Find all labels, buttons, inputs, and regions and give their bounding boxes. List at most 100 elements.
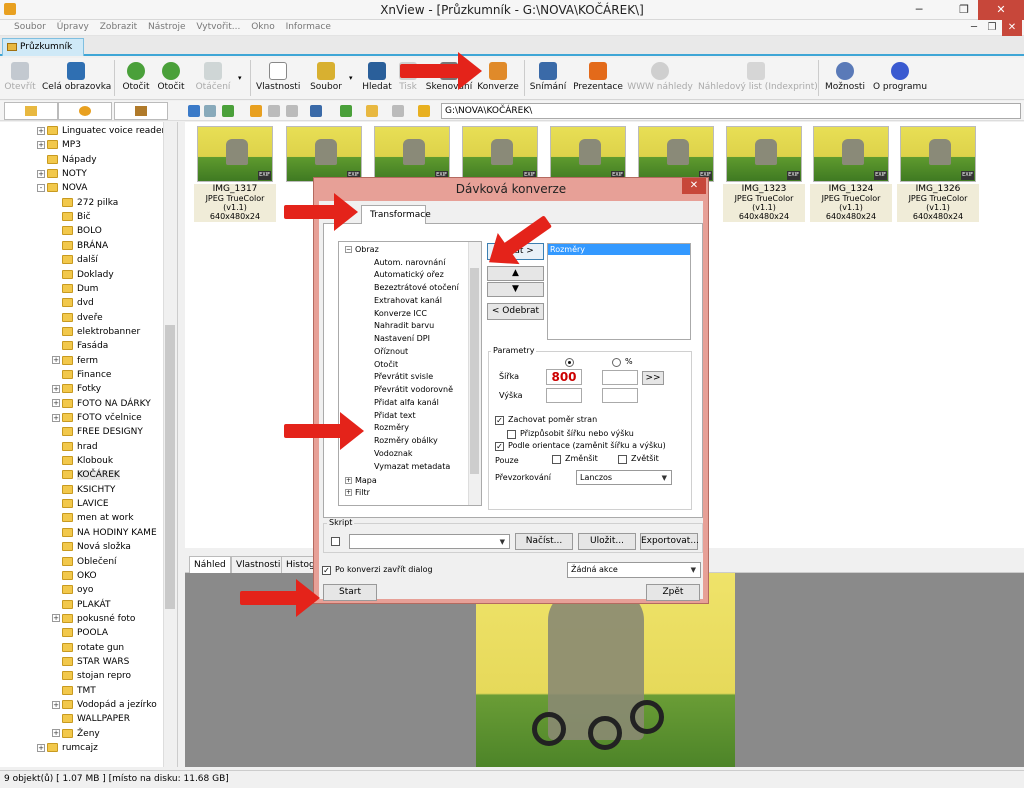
tree-item[interactable]: hrad (52, 440, 98, 454)
more-button[interactable]: >> (642, 371, 664, 385)
tree-item[interactable]: 272 pilka (52, 196, 118, 210)
find-button[interactable]: Hledat (359, 62, 395, 92)
tree-item[interactable]: + pokusné foto (52, 612, 135, 626)
export-button[interactable]: Exportovat... (640, 533, 699, 550)
new-folder-icon[interactable] (250, 105, 262, 117)
view-mode-icon[interactable] (310, 105, 322, 117)
mdi-minimize-icon[interactable]: ─ (966, 20, 982, 36)
operation-item[interactable]: Přidat alfa kanál (374, 397, 439, 408)
expand-icon[interactable]: + (52, 700, 60, 709)
post-action-select[interactable]: Žádná akce ▼ (567, 562, 701, 578)
tree-item[interactable]: BOLO (52, 224, 102, 238)
width-percent-input[interactable] (602, 370, 638, 385)
tree-item[interactable]: stojan repro (52, 669, 131, 683)
thumbnail-item[interactable]: EXIF (283, 126, 365, 182)
rotate-left-button[interactable]: Otočit (120, 62, 152, 92)
tree-item[interactable]: + Vodopád a jezírko (52, 698, 157, 712)
op-group-filter[interactable]: + Filtr (345, 487, 370, 498)
options-button[interactable]: Možnosti (824, 62, 866, 92)
remove-button[interactable]: < Odebrat (487, 303, 544, 320)
tree-item[interactable]: NA HODINY KAME (52, 526, 157, 540)
operation-item[interactable]: Automatický ořez (374, 269, 444, 280)
menu-create[interactable]: Vytvořit... (192, 20, 244, 34)
expand-icon[interactable]: + (52, 384, 60, 393)
height-percent-input[interactable] (602, 388, 638, 403)
tree-item[interactable]: BRÁNA (52, 239, 108, 253)
thumbnail-item[interactable]: EXIF IMG_1326 JPEG TrueColor (v1.1) 640x480… (897, 126, 979, 222)
tree-scrollbar-thumb[interactable] (165, 325, 175, 609)
rotation-button[interactable]: Otáčení (193, 62, 233, 92)
sort-icon[interactable] (340, 105, 352, 117)
move-down-button[interactable]: ▼ (487, 282, 544, 297)
save-button[interactable]: Uložit... (578, 533, 636, 550)
tree-item[interactable]: Klobouk (52, 454, 113, 468)
tree-item[interactable]: + MP3 (37, 138, 81, 152)
favorites-panel-button[interactable] (58, 102, 112, 120)
tab-explorer[interactable]: Průzkumník (2, 38, 84, 56)
expand-icon[interactable]: + (52, 614, 60, 623)
start-button[interactable]: Start (323, 584, 377, 601)
keep-ratio-checkbox[interactable]: ✓ (495, 416, 504, 425)
menu-edit[interactable]: Úpravy (53, 20, 93, 34)
thumbnail-item[interactable]: EXIF (635, 126, 717, 182)
convert-button[interactable]: Konverze (476, 62, 520, 92)
script-select[interactable]: ▼ (349, 534, 510, 549)
operation-item[interactable]: Nahradit barvu (374, 320, 434, 331)
operation-item[interactable]: Konverze ICC (374, 308, 427, 319)
path-input[interactable]: G:\NOVA\KOČÁREK\ (441, 103, 1021, 119)
expand-icon[interactable]: + (37, 743, 45, 752)
op-group-image[interactable]: − Obraz (345, 244, 379, 255)
thumbnail-item[interactable]: EXIF (371, 126, 453, 182)
thumbnail-item[interactable]: EXIF IMG_1317 JPEG TrueColor (v1.1) 640x480… (194, 126, 276, 222)
tab-transform[interactable]: Transformace (361, 205, 431, 224)
up-icon[interactable] (222, 105, 234, 117)
delete-icon[interactable] (286, 105, 298, 117)
app-icon[interactable] (4, 3, 16, 15)
collapse-icon[interactable]: - (37, 183, 45, 192)
tree-item[interactable]: men at work (52, 511, 134, 525)
file-button[interactable]: Soubor (307, 62, 345, 92)
operation-item[interactable]: Rozměry obálky (374, 435, 438, 446)
operation-item[interactable]: Přidat text (374, 410, 416, 421)
tree-item[interactable]: PLAKÁT (52, 598, 111, 612)
fullscreen-button[interactable]: Celá obrazovka (42, 62, 111, 92)
tree-item[interactable]: KSICHTY (52, 483, 115, 497)
maximize-icon[interactable]: ❐ (951, 0, 977, 20)
fit-checkbox[interactable] (507, 430, 516, 439)
rotate-right-button[interactable]: Otočit (155, 62, 187, 92)
operation-item[interactable]: Otočit (374, 359, 398, 370)
menu-window[interactable]: Okno (247, 20, 279, 34)
tree-item[interactable]: + rumcajz (37, 741, 98, 755)
expand-icon[interactable]: + (37, 126, 45, 135)
back-button[interactable]: Zpět (646, 584, 700, 601)
chevron-down-icon[interactable]: ▾ (238, 74, 242, 82)
tree-item[interactable]: WALLPAPER (52, 712, 130, 726)
selected-operation-item[interactable]: Rozměry (548, 244, 690, 255)
operation-item[interactable]: Bezeztrátové otočení (374, 282, 459, 293)
operation-item[interactable]: Vymazat metadata (374, 461, 450, 472)
orientation-checkbox[interactable]: ✓ (495, 442, 504, 451)
operation-item[interactable]: Převrátit vodorovně (374, 384, 453, 395)
tree-item[interactable]: dveře (52, 311, 103, 325)
pixels-radio[interactable] (565, 358, 574, 367)
thumbnail-item[interactable]: EXIF (459, 126, 541, 182)
filter-icon[interactable] (366, 105, 378, 117)
tree-item[interactable]: elektrobanner (52, 325, 140, 339)
tree-item[interactable]: - NOVA (37, 181, 87, 195)
tree-item[interactable]: TMT (52, 684, 96, 698)
tree-item[interactable]: Bič (52, 210, 91, 224)
tree-item[interactable]: + Fotky (52, 382, 101, 396)
menu-info[interactable]: Informace (282, 20, 335, 34)
web-page-button[interactable]: WWW náhledy (627, 62, 693, 92)
tree-item[interactable]: STAR WARS (52, 655, 129, 669)
expand-icon[interactable]: + (52, 399, 60, 408)
tree-item[interactable]: Doklady (52, 268, 114, 282)
folders-panel-button[interactable] (4, 102, 58, 120)
operation-item[interactable]: Vodoznak (374, 448, 413, 459)
mdi-close-icon[interactable]: ✕ (1002, 20, 1022, 36)
back-icon[interactable] (188, 105, 200, 117)
capture-button[interactable]: Snímání (528, 62, 568, 92)
slideshow-button[interactable]: Prezentace (572, 62, 624, 92)
width-input[interactable]: 800 (546, 369, 582, 385)
load-button[interactable]: Načíst... (515, 533, 573, 550)
